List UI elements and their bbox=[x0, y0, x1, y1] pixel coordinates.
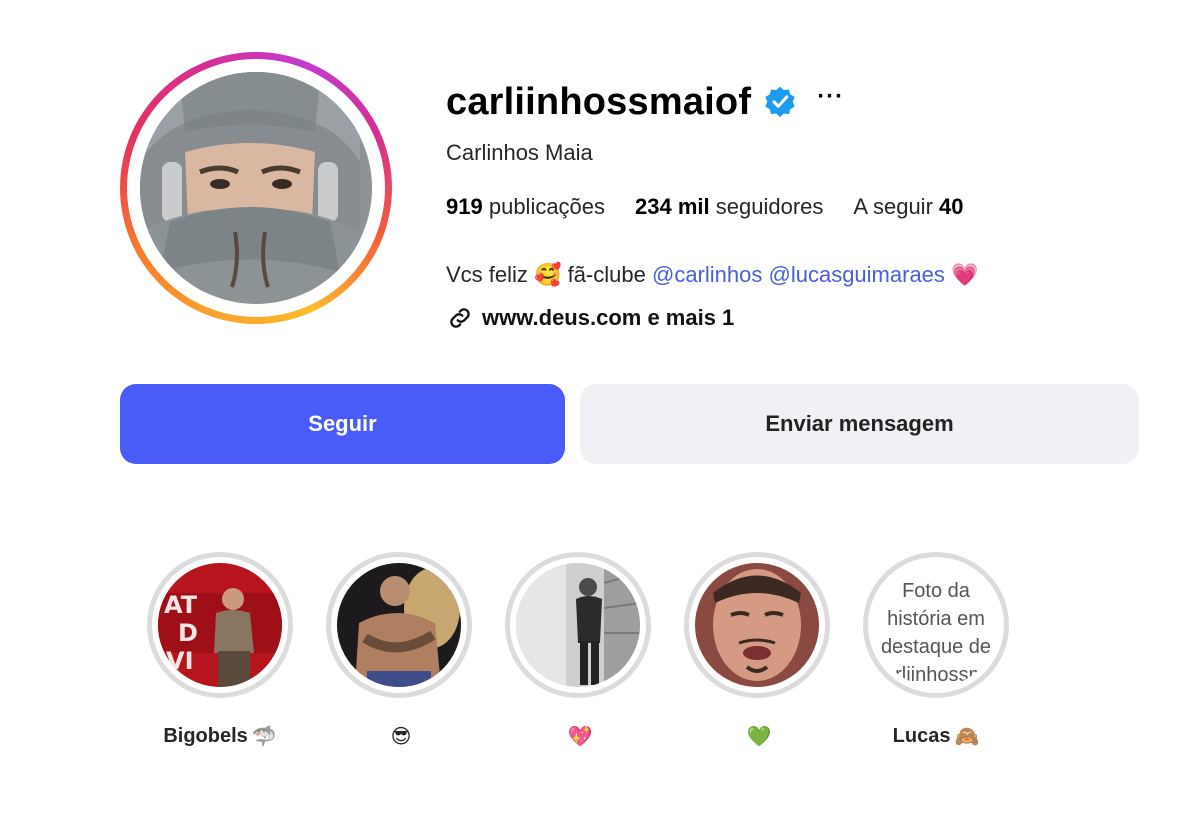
profile-link[interactable]: www.deus.com e mais 1 bbox=[446, 304, 734, 332]
highlight-ring: AT D VI bbox=[147, 552, 293, 698]
highlight-label: 💚 bbox=[743, 724, 772, 748]
followers-count: 234 mil bbox=[635, 194, 710, 219]
highlight-cover-image bbox=[695, 563, 819, 687]
bio-mention-lucasguimaraes[interactable]: @lucasguimaraes bbox=[769, 262, 945, 288]
shark-emoji-icon: 🦈 bbox=[251, 724, 277, 748]
send-message-button[interactable]: Enviar mensagem bbox=[580, 384, 1139, 464]
highlight-cover-image bbox=[337, 563, 461, 687]
verified-badge-icon bbox=[763, 85, 797, 119]
pink-heart-emoji-icon: 💗 bbox=[951, 262, 979, 288]
highlight-label: 💖 bbox=[564, 724, 593, 748]
highlight-item[interactable]: AT D VI Bigobels 🦈 bbox=[147, 552, 293, 748]
posts-label: publicações bbox=[488, 194, 606, 219]
following-stat[interactable]: A seguir 40 bbox=[853, 194, 963, 220]
svg-text:AT: AT bbox=[164, 591, 198, 619]
followers-stat[interactable]: 234 mil seguidores bbox=[635, 194, 823, 220]
highlight-label-text: Bigobels bbox=[163, 724, 248, 747]
highlight-cover-image bbox=[516, 563, 640, 687]
following-label: A seguir bbox=[853, 194, 933, 219]
highlight-cover-alt-text: Foto da história em destaque de carliinh… bbox=[874, 580, 998, 686]
profile-header: carliinhossmaiof ··· bbox=[446, 78, 844, 126]
follow-button[interactable]: Seguir bbox=[120, 384, 565, 464]
highlight-ring: Foto da história em destaque de carliinh… bbox=[863, 552, 1009, 698]
highlight-label-text: Lucas bbox=[892, 724, 951, 747]
profile-avatar bbox=[140, 72, 372, 304]
link-icon bbox=[446, 304, 474, 332]
green-heart-emoji-icon: 💚 bbox=[746, 724, 772, 748]
highlight-label: Lucas 🙈 bbox=[893, 724, 980, 748]
highlight-label: Bigobels 🦈 bbox=[163, 724, 276, 748]
profile-stats: 919 publicações 234 mil seguidores A seg… bbox=[446, 194, 964, 220]
highlight-cover-image: AT D VI bbox=[158, 563, 282, 687]
avatar-border bbox=[127, 59, 385, 317]
following-count: 40 bbox=[939, 194, 964, 219]
highlight-cover-broken-image: Foto da história em destaque de carliinh… bbox=[874, 563, 998, 687]
svg-text:VI: VI bbox=[166, 647, 194, 675]
followers-label: seguidores bbox=[715, 194, 824, 219]
bio-mention-carlinhos[interactable]: @carlinhos bbox=[652, 262, 762, 288]
posts-stat: 919 publicações bbox=[446, 194, 605, 220]
more-options-icon[interactable]: ··· bbox=[817, 85, 844, 119]
highlight-item[interactable]: Foto da história em destaque de carliinh… bbox=[863, 552, 1009, 748]
highlight-item[interactable]: 💚 bbox=[684, 552, 830, 748]
highlight-label: 😎 bbox=[387, 724, 412, 748]
svg-text:D: D bbox=[178, 619, 198, 647]
sparkling-heart-emoji-icon: 💖 bbox=[567, 724, 593, 748]
profile-bio: Vcs feliz 🥰 fã-clube @carlinhos @lucasgu… bbox=[446, 262, 978, 288]
profile-avatar-ring[interactable] bbox=[120, 52, 392, 324]
bio-text-middle: fã-clube bbox=[567, 262, 646, 287]
highlight-ring bbox=[505, 552, 651, 698]
profile-full-name: Carlinhos Maia bbox=[446, 140, 593, 165]
sunglasses-emoji-icon: 😎 bbox=[390, 724, 412, 748]
link-text: www.deus.com e mais 1 bbox=[482, 305, 735, 330]
smiling-hearts-emoji-icon: 🥰 bbox=[534, 262, 562, 288]
see-no-evil-monkey-emoji-icon: 🙈 bbox=[954, 724, 980, 748]
avatar-image bbox=[140, 72, 360, 292]
bio-text-start: Vcs feliz bbox=[446, 262, 528, 287]
highlight-item[interactable]: 💖 bbox=[505, 552, 651, 748]
posts-count: 919 bbox=[446, 194, 483, 219]
profile-username: carliinhossmaiof bbox=[446, 80, 752, 123]
highlight-ring bbox=[684, 552, 830, 698]
highlight-item[interactable]: 😎 bbox=[326, 552, 472, 748]
story-highlights: AT D VI Bigobels 🦈 😎 💖 💚 Foto da históri… bbox=[147, 552, 1009, 748]
highlight-ring bbox=[326, 552, 472, 698]
